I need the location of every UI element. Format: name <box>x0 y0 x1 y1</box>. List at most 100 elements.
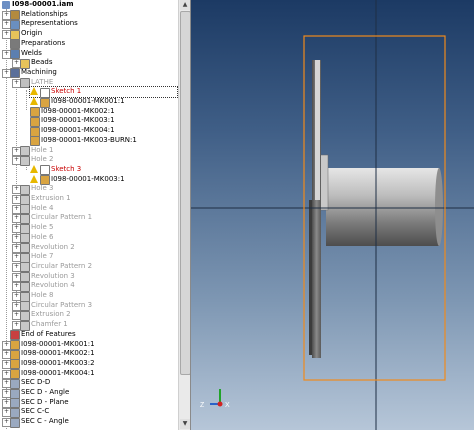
end-of-features-icon <box>10 330 20 341</box>
warning-icon <box>30 174 38 183</box>
hole-icon <box>20 233 30 244</box>
browser-item-label: Extrusion 1 <box>31 194 71 202</box>
part-icon <box>30 116 40 127</box>
browser-item-label: Sketch 3 <box>51 164 82 173</box>
revolution-icon <box>20 243 30 253</box>
relationships-icon <box>10 10 20 21</box>
browser-item-label: Hole 8 <box>31 291 54 299</box>
browser-tree: I098-00001.iam + Relationships + Representa… <box>0 0 178 430</box>
browser-item-label: SEC D-D <box>21 378 51 387</box>
part-icon <box>30 107 40 118</box>
browser-item-label: Hole 3 <box>31 184 54 193</box>
hole-icon <box>20 155 30 166</box>
sketch-icon <box>40 87 50 98</box>
browser-item-label: I098-00001-MK004:1 <box>21 368 95 377</box>
browser-item-label: I098-00001-MK003-BURN:1 <box>41 135 137 144</box>
browser-item-label: Sketch 1 <box>51 87 82 96</box>
browser-item-label: Welds <box>21 48 42 57</box>
scroll-thumb[interactable] <box>180 11 190 375</box>
browser-item-label: Revolution 3 <box>31 271 75 280</box>
browser-item-label: Hole 1 <box>31 145 54 154</box>
browser-item-label: Hole 2 <box>31 155 54 164</box>
assembly-name: I098-00001.iam <box>12 0 74 8</box>
assembly-icon <box>2 0 10 9</box>
browser-item-label: LATHE <box>31 77 54 86</box>
shaft-end-face <box>435 168 443 246</box>
browser-item-label: Hole 4 <box>31 203 54 212</box>
circular-pattern-icon <box>20 262 30 273</box>
browser-item-label: Representations <box>21 19 78 28</box>
view-icon <box>10 417 20 428</box>
browser-item-label: Revolution 4 <box>31 281 75 290</box>
browser-item-label: Hole 7 <box>31 252 54 261</box>
triad-z-label: X <box>225 402 230 409</box>
model-graphics: Z X <box>191 0 474 430</box>
browser-item-label: Chamfer 1 <box>31 320 68 329</box>
shaft-body <box>326 168 439 246</box>
browser-item-label: I098-00001-MK003:2 <box>21 358 95 367</box>
scroll-down-arrow[interactable]: ▼ <box>180 419 190 429</box>
triad-x-label: Z <box>200 402 205 409</box>
browser-item-label: Beads <box>31 58 53 67</box>
welds-icon <box>10 49 20 59</box>
hole-icon <box>20 204 30 215</box>
part-icon <box>10 359 20 370</box>
browser-item-label: SEC D - Angle <box>21 388 70 396</box>
revolution-icon <box>20 272 30 283</box>
view-icon <box>10 388 20 399</box>
browser-item-label: Extrusion 2 <box>31 310 71 319</box>
hole-icon <box>20 146 30 156</box>
browser-item[interactable]: Sketch 1 <box>29 86 178 98</box>
part-icon <box>10 340 20 350</box>
folder-icon <box>10 29 20 40</box>
hole-icon <box>20 184 30 195</box>
browser-item-label: Machining <box>21 67 57 76</box>
browser-item-label: Circular Pattern 2 <box>31 261 93 270</box>
browser-item-label: Circular Pattern 1 <box>31 213 93 222</box>
browser-item-label: Relationships <box>21 9 68 18</box>
browser-item-label: Preparations <box>21 38 66 47</box>
coordinate-triad: Z X <box>200 389 230 409</box>
flange-face <box>315 60 320 200</box>
warning-icon <box>30 87 38 96</box>
browser-item-label: I098-00001-MK003:1 <box>51 174 125 183</box>
browser-item-label: SEC C-C <box>21 407 50 416</box>
triad-origin <box>217 401 223 407</box>
graphics-viewport[interactable]: Z X <box>191 0 474 430</box>
warning-icon <box>30 97 38 105</box>
hole-icon <box>20 252 30 263</box>
browser-item-label: End of Features <box>21 329 76 338</box>
view-icon <box>10 398 20 409</box>
browser-item-label: Origin <box>21 29 43 38</box>
scroll-up-arrow[interactable]: ▲ <box>180 0 190 10</box>
flange-edge <box>309 200 312 355</box>
browser-item-label: Hole 5 <box>31 223 54 232</box>
preparations-icon <box>10 39 20 50</box>
browser-item-label: I098-00001-MK001:1 <box>21 339 95 348</box>
circular-pattern-icon <box>20 301 30 312</box>
model-browser-panel: I098-00001.iam + Relationships + Representa… <box>0 0 191 430</box>
browser-item-label: I098-00001-MK002:1 <box>21 349 95 358</box>
browser-item-label: Hole 6 <box>31 232 54 241</box>
revolution-icon <box>20 281 30 292</box>
machining-icon <box>10 68 20 79</box>
browser-item-label: I098-00001-MK002:1 <box>41 106 115 115</box>
hole-icon <box>20 223 30 234</box>
browser-item-label: Circular Pattern 3 <box>31 300 93 309</box>
warning-icon <box>30 164 38 173</box>
part-icon <box>10 349 20 360</box>
browser-scrollbar[interactable]: ▲ ▼ <box>178 0 190 430</box>
extrusion-icon <box>20 194 30 205</box>
browser-item-label: I098-00001-MK003:1 <box>41 116 115 125</box>
browser-item-label: Revolution 2 <box>31 242 75 251</box>
browser-item-label: I098-00001-MK001:1 <box>51 97 125 105</box>
representations-icon <box>10 19 20 30</box>
browser-item-label: SEC D - Plane <box>21 397 69 406</box>
view-icon <box>10 378 20 389</box>
extrusion-icon <box>20 310 30 321</box>
part-icon <box>10 369 20 380</box>
browser-item-label: SEC C - Angle <box>21 417 69 426</box>
part-icon <box>30 126 40 137</box>
hub <box>319 154 329 211</box>
browser-item-label: I098-00001-MK004:1 <box>41 126 115 135</box>
